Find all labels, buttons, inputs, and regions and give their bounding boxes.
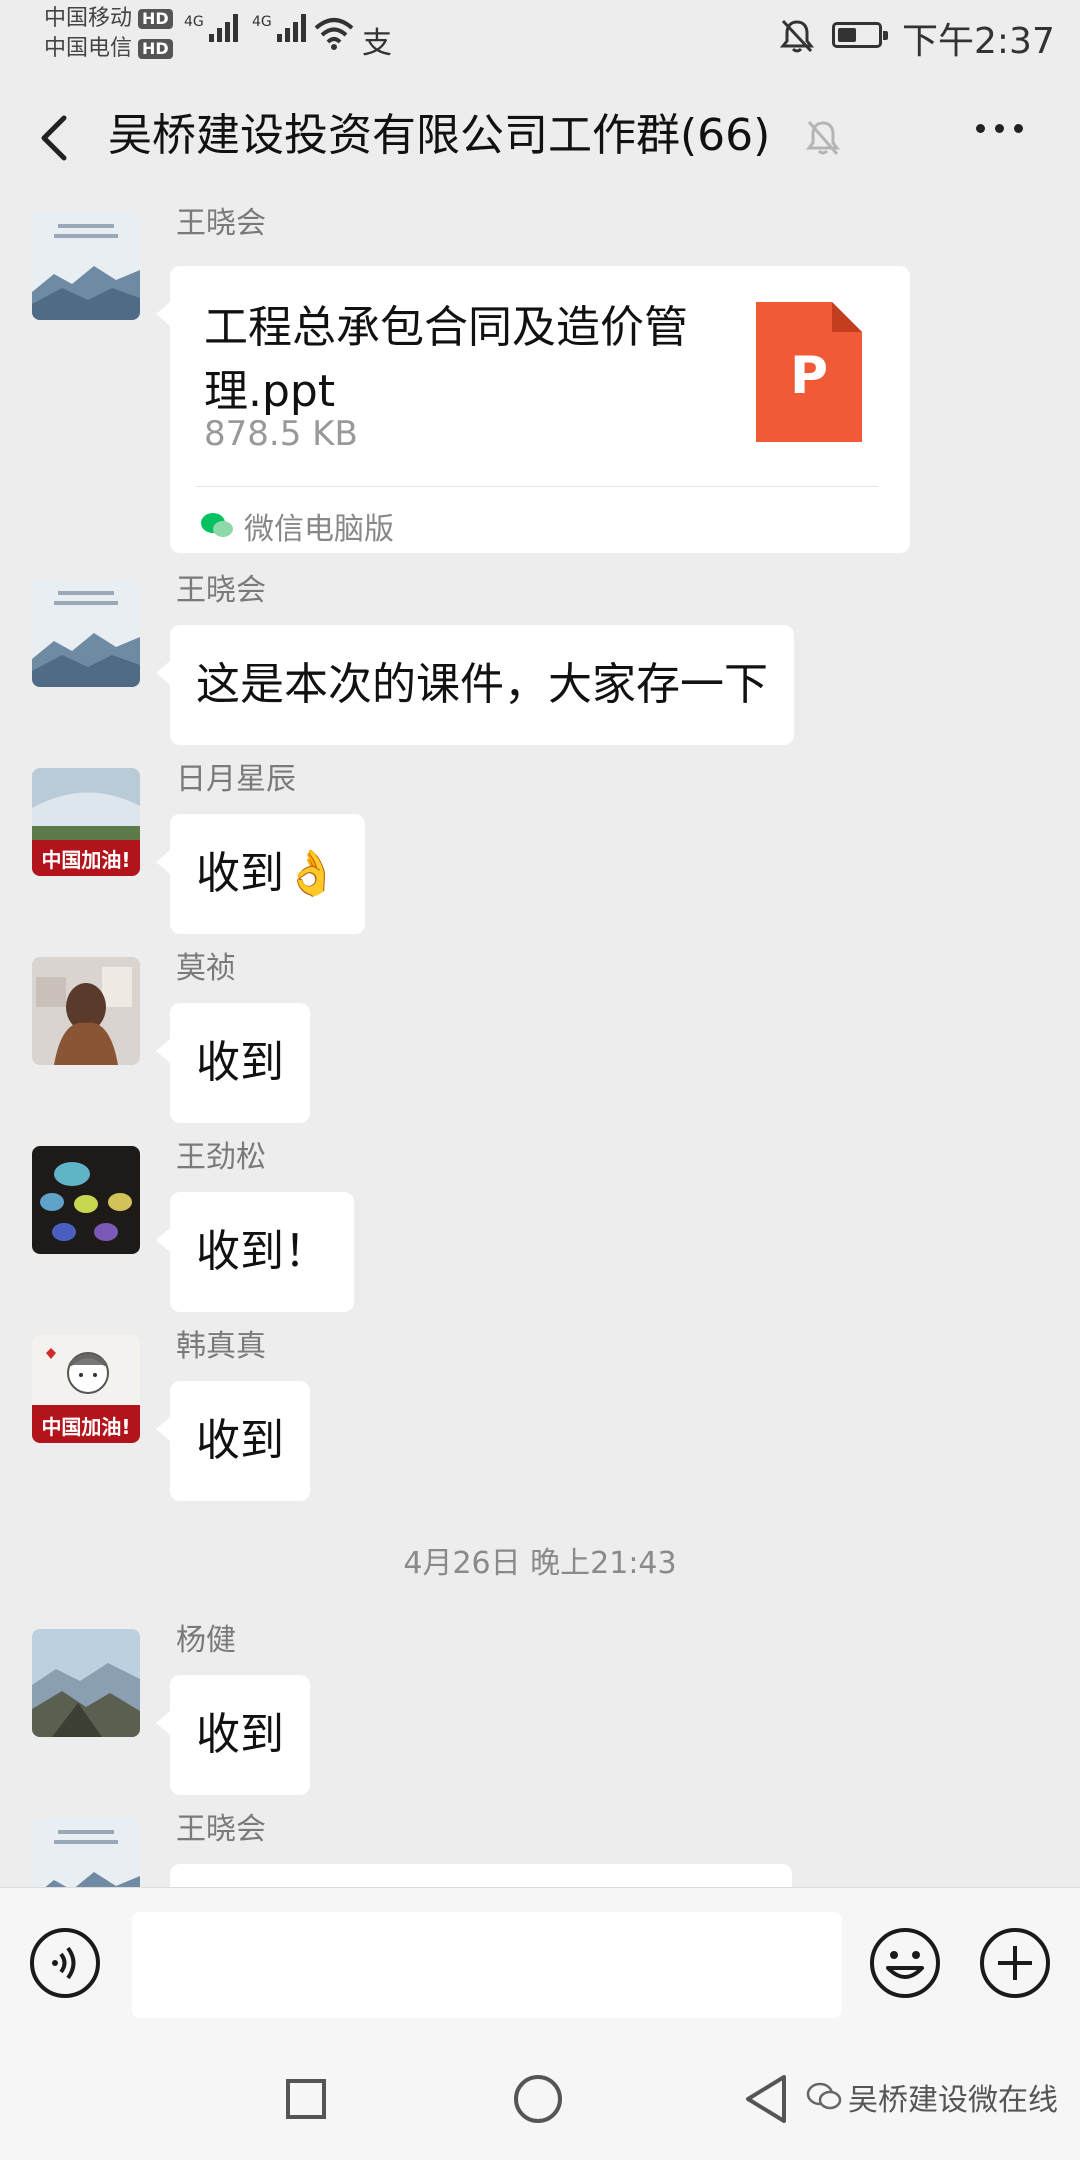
- avatar-mountain-landscape[interactable]: [32, 1629, 140, 1737]
- voice-input-icon[interactable]: [28, 1926, 102, 2000]
- carrier-info: 中国移动 HD 中国电信 HD: [44, 4, 173, 64]
- time-separator: 4月26日 晚上21:43: [403, 1546, 677, 1581]
- mute-bell-icon: [779, 18, 815, 58]
- message-bubble[interactable]: 这是本次的课件，大家存一下: [156, 625, 794, 745]
- avatar-mountain-snow[interactable]: [32, 212, 140, 320]
- avatar-teacups[interactable]: [32, 1146, 140, 1254]
- message-input[interactable]: [132, 1912, 842, 2018]
- avatar-china-badge[interactable]: 中国加油!: [32, 768, 140, 876]
- sender-name: 日月星辰: [176, 762, 296, 797]
- chat-title: 吴桥建设投资有限公司工作群(66): [108, 110, 771, 161]
- message-bubble[interactable]: 收到: [156, 1003, 310, 1123]
- wechat-logo-icon: [806, 2082, 842, 2110]
- file-size: 878.5 KB: [204, 414, 358, 454]
- file-source: 微信电脑版: [200, 504, 394, 548]
- file-source-label: 微信电脑版: [244, 512, 394, 547]
- message-bubble[interactable]: 收到！: [156, 1192, 354, 1312]
- more-options-icon[interactable]: [976, 124, 1023, 133]
- emoji-icon[interactable]: [868, 1926, 942, 2000]
- signal-2-icon: 4G: [252, 14, 306, 42]
- message-list[interactable]: 王晓会 工程总承包合同及造价管理.ppt 878.5 KB P 微信电脑版 王晓…: [0, 202, 1080, 1887]
- recent-apps-icon[interactable]: [286, 2079, 326, 2119]
- file-name: 工程总承包合同及造价管理.ppt: [204, 302, 688, 417]
- carrier-1-label: 中国移动: [44, 6, 133, 31]
- file-type-letter: P: [789, 346, 829, 406]
- avatar-cartoon-badge[interactable]: 中国加油!: [32, 1335, 140, 1443]
- ppt-file-icon: P: [756, 302, 862, 442]
- file-card[interactable]: 工程总承包合同及造价管理.ppt 878.5 KB P 微信电脑版: [156, 266, 910, 553]
- back-arrow-icon[interactable]: [30, 108, 90, 168]
- avatar-badge-text: 中国加油!: [41, 848, 131, 872]
- message-bubble[interactable]: 收到: [156, 1381, 310, 1501]
- status-bar: 中国移动 HD 中国电信 HD 4G 4G 支 下午2:37: [0, 0, 1080, 72]
- avatar-girl-photo[interactable]: [32, 957, 140, 1065]
- system-nav-bar: 吴桥建设微在线: [0, 2037, 1080, 2160]
- back-triangle-icon[interactable]: [744, 2073, 788, 2129]
- sender-name: 王劲松: [176, 1140, 266, 1175]
- message-bubble[interactable]: 收到: [156, 1675, 310, 1795]
- chat-header: 吴桥建设投资有限公司工作群(66): [0, 72, 1080, 202]
- divider: [196, 486, 878, 487]
- sender-name: 韩真真: [176, 1329, 266, 1364]
- sender-name: 莫祯: [176, 951, 236, 986]
- sender-name: 杨健: [176, 1623, 236, 1658]
- hd-badge-icon: HD: [138, 9, 173, 29]
- battery-icon: [832, 22, 888, 48]
- message-bubble[interactable]: 收到👌: [156, 814, 365, 934]
- sender-name: 王晓会: [176, 1812, 266, 1847]
- wifi-icon: [314, 16, 354, 54]
- input-bar: [0, 1887, 1080, 2038]
- message-bubble[interactable]: [170, 1864, 792, 1887]
- avatar-mountain-snow[interactable]: [32, 579, 140, 687]
- watermark-text: 吴桥建设微在线: [848, 2083, 1058, 2118]
- sender-name: 王晓会: [176, 206, 266, 241]
- plus-icon[interactable]: [978, 1926, 1052, 2000]
- home-icon[interactable]: [514, 2075, 562, 2123]
- carrier-2-label: 中国电信: [44, 36, 133, 61]
- status-time: 下午2:37: [902, 21, 1055, 62]
- hd-badge-icon: HD: [138, 39, 173, 59]
- sender-name: 王晓会: [176, 573, 266, 608]
- avatar-mountain-snow[interactable]: [32, 1818, 140, 1887]
- avatar-badge-text: 中国加油!: [41, 1415, 131, 1439]
- wechat-icon: [201, 513, 233, 537]
- signal-1-icon: 4G: [184, 14, 238, 42]
- watermark: 吴桥建设微在线: [806, 2075, 1058, 2119]
- mute-bell-icon: [805, 118, 841, 162]
- alipay-icon: 支: [362, 26, 392, 61]
